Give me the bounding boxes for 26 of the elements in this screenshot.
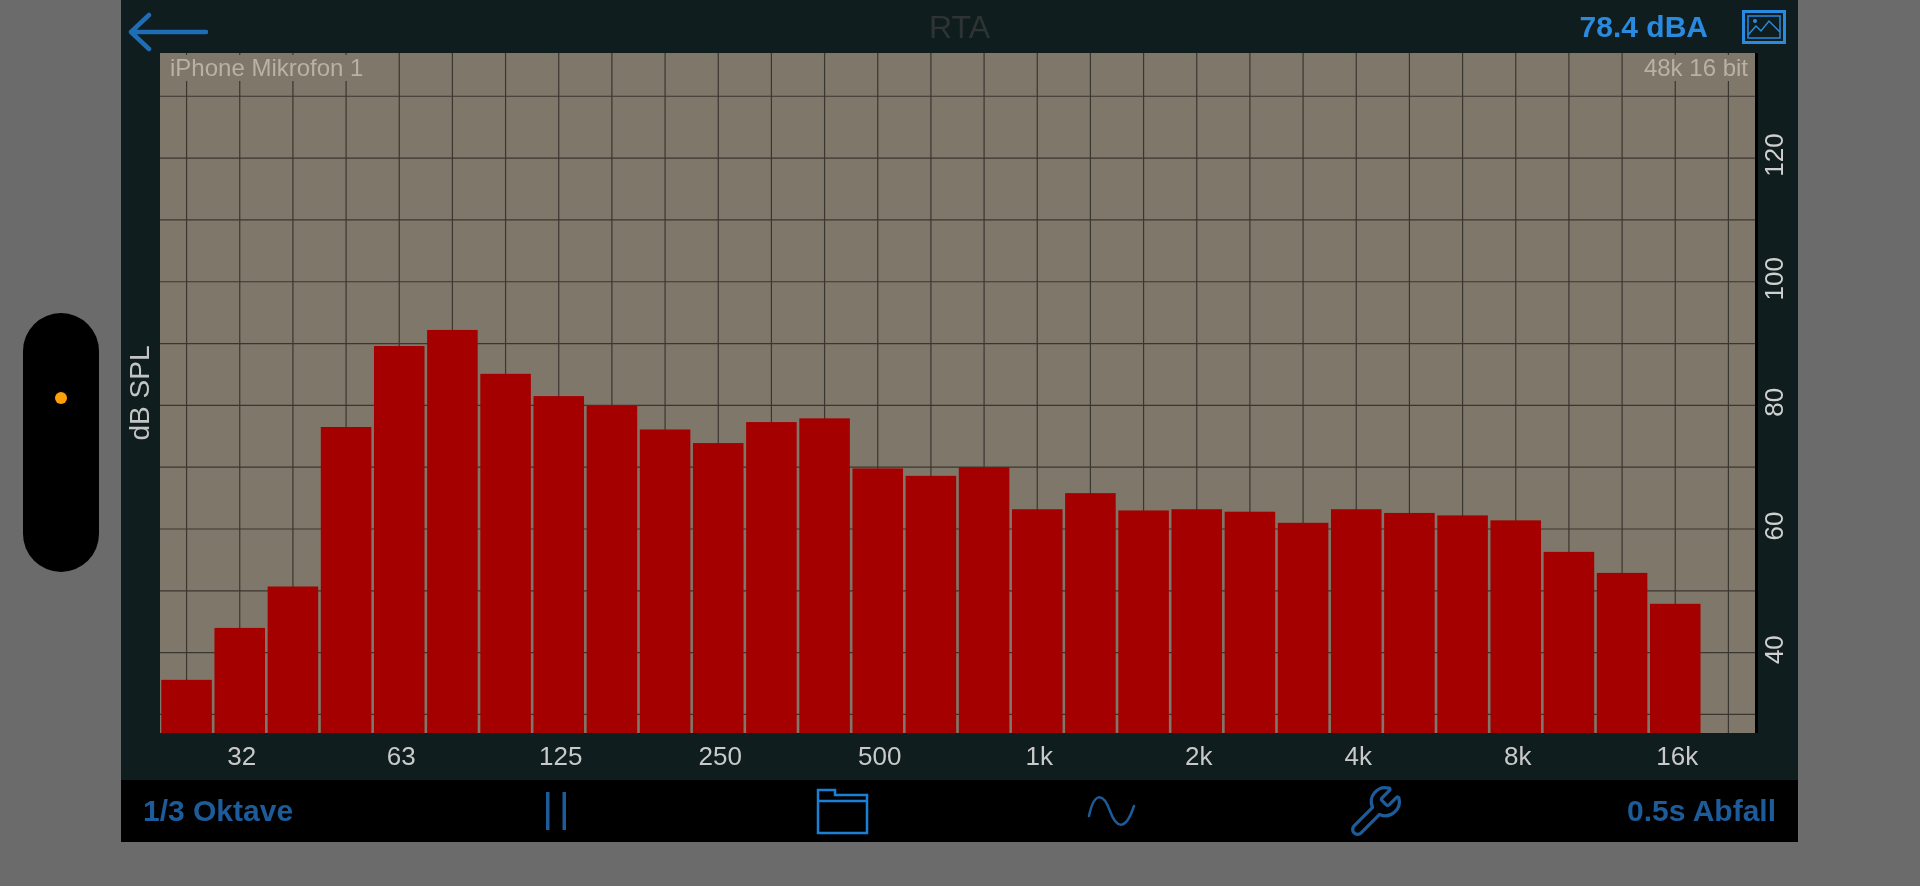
axis-tick-label: 80 — [1759, 387, 1789, 417]
axis-tick-label: 4k — [1344, 741, 1372, 771]
sample-format-label: 48k 16 bit — [1641, 55, 1750, 81]
axis-tick-label: 1k — [1025, 741, 1053, 771]
axis-tick-label: 500 — [858, 741, 902, 771]
image-icon[interactable] — [1742, 9, 1786, 44]
spectrum-bar — [161, 679, 212, 733]
axis-tick-label: 16k — [1656, 741, 1699, 771]
axis-tick-label: 40 — [1759, 635, 1789, 665]
axis-tick-label: 250 — [698, 741, 742, 771]
resolution-button[interactable]: 1/3 Oktave — [143, 794, 294, 828]
input-device-label: iPhone Mikrofon 1 — [168, 55, 366, 81]
folder-icon[interactable] — [816, 787, 870, 835]
axis-tick-label: 32 — [227, 741, 257, 771]
back-arrow-icon[interactable] — [127, 12, 208, 52]
axis-tick-label: 125 — [539, 741, 583, 771]
sine-wave-icon[interactable] — [1087, 796, 1137, 826]
axis-tick-label: 63 — [386, 741, 416, 771]
decay-button[interactable]: 0.5s Abfall — [1627, 794, 1776, 828]
sound-level-reading: 78.4 dBA — [1579, 9, 1708, 44]
axis-title: dB SPL — [123, 345, 155, 441]
axis-tick-label: 120 — [1759, 133, 1789, 177]
axis-tick-label: 60 — [1759, 511, 1789, 541]
axis-tick-label: 2k — [1185, 741, 1213, 771]
axis-tick-label: 100 — [1759, 257, 1789, 301]
axis-tick-label: 8k — [1504, 741, 1532, 771]
